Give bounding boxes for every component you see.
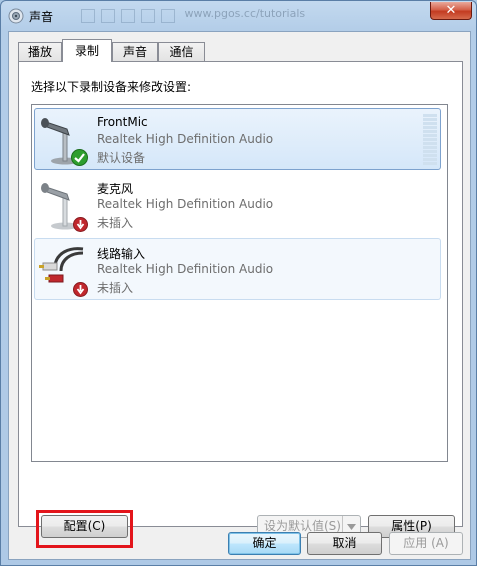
tab-playback[interactable]: 播放 bbox=[18, 42, 62, 61]
ok-button[interactable]: 确定 bbox=[228, 532, 301, 555]
window-frame: 声音 www.pgos.cc/tutorials ✕ 播放 录制 声音 通信 选… bbox=[0, 0, 477, 566]
window-title: 声音 bbox=[29, 10, 54, 24]
input-level-meter bbox=[423, 114, 437, 166]
device-name: 麦克风 bbox=[97, 182, 134, 196]
device-driver: Realtek High Definition Audio bbox=[97, 132, 274, 146]
red-unplugged-badge-icon bbox=[73, 282, 88, 297]
device-item-microphone[interactable]: 麦克风 Realtek High Definition Audio 未插入 bbox=[34, 173, 441, 235]
tab-recording[interactable]: 录制 bbox=[62, 39, 112, 62]
background-ghost-toolbar: www.pgos.cc/tutorials bbox=[81, 7, 411, 25]
configure-button[interactable]: 配置(C) bbox=[41, 515, 128, 538]
apply-button[interactable]: 应用 (A) bbox=[389, 532, 463, 555]
device-status: 未插入 bbox=[97, 281, 134, 295]
device-name: 线路输入 bbox=[97, 247, 146, 261]
dialog-client-area: 播放 录制 声音 通信 选择以下录制设备来修改设置: FrontMic Real… bbox=[8, 31, 471, 560]
device-item-line-in[interactable]: 线路输入 Realtek High Definition Audio 未插入 bbox=[34, 238, 441, 300]
device-status: 未插入 bbox=[97, 216, 134, 230]
ghost-url-text: www.pgos.cc/tutorials bbox=[184, 7, 306, 20]
set-default-label: 设为默认值(S) bbox=[264, 519, 341, 533]
device-status: 默认设备 bbox=[97, 151, 146, 165]
instruction-text: 选择以下录制设备来修改设置: bbox=[31, 80, 192, 94]
tab-communications[interactable]: 通信 bbox=[158, 42, 205, 61]
device-item-frontmic[interactable]: FrontMic Realtek High Definition Audio 默… bbox=[34, 108, 441, 170]
red-unplugged-badge-icon bbox=[73, 217, 88, 232]
speaker-icon bbox=[8, 8, 24, 24]
recording-device-list[interactable]: FrontMic Realtek High Definition Audio 默… bbox=[31, 104, 448, 462]
chevron-down-icon bbox=[347, 524, 356, 530]
green-check-badge-icon bbox=[71, 149, 88, 166]
cancel-button[interactable]: 取消 bbox=[307, 532, 382, 555]
device-driver: Realtek High Definition Audio bbox=[97, 197, 274, 211]
device-driver: Realtek High Definition Audio bbox=[97, 262, 274, 276]
close-button[interactable]: ✕ bbox=[430, 2, 472, 20]
tab-sounds[interactable]: 声音 bbox=[112, 42, 158, 61]
recording-panel: 选择以下录制设备来修改设置: FrontMic Realtek High Def… bbox=[18, 61, 463, 548]
title-bar[interactable]: 声音 www.pgos.cc/tutorials ✕ bbox=[1, 1, 477, 31]
device-name: FrontMic bbox=[97, 115, 148, 129]
